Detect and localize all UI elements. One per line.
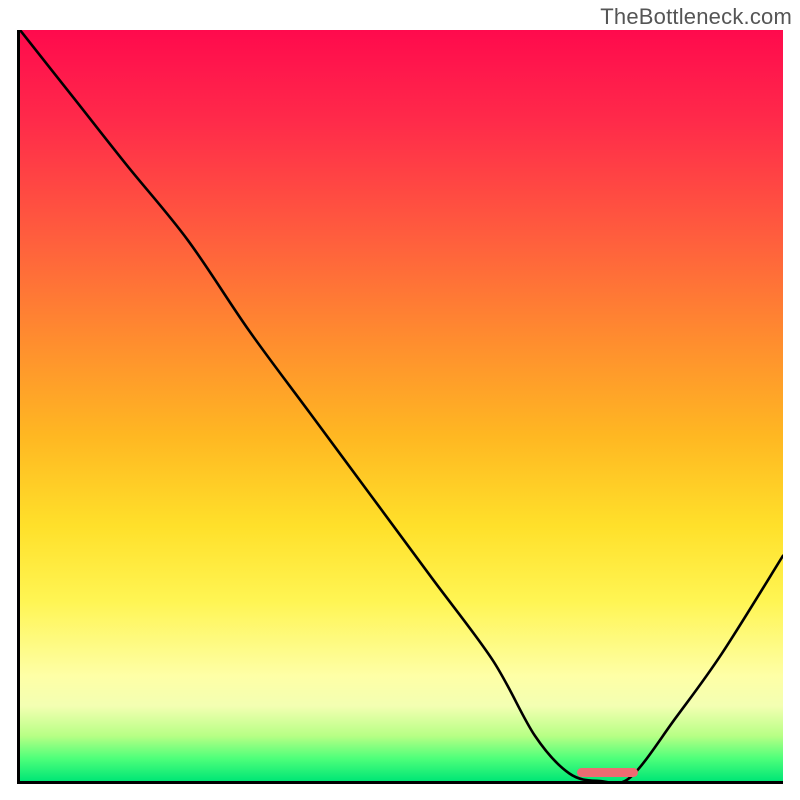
bottleneck-curve xyxy=(20,30,783,781)
curve-layer xyxy=(20,30,783,781)
plot-frame xyxy=(17,30,783,784)
chart-container: TheBottleneck.com xyxy=(0,0,800,800)
watermark-label: TheBottleneck.com xyxy=(600,4,792,30)
optimal-marker xyxy=(577,768,638,777)
